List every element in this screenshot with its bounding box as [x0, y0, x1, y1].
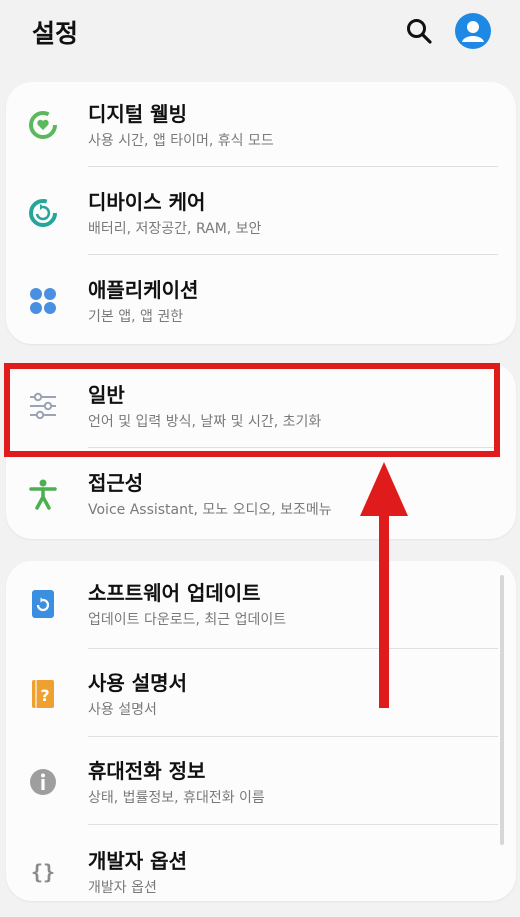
- item-subtitle: 업데이트 다운로드, 최근 업데이트: [88, 612, 287, 628]
- item-title: 소프트웨어 업데이트: [88, 581, 261, 605]
- profile-avatar-icon[interactable]: [455, 13, 491, 49]
- digital-wellbeing-icon: [29, 111, 57, 139]
- developer-options-icon: {}: [31, 860, 55, 884]
- item-subtitle: 상태, 법률정보, 휴대전화 이름: [88, 790, 265, 806]
- item-subtitle: 사용 설명서: [88, 702, 157, 718]
- user-manual-icon: ?: [32, 680, 54, 708]
- settings-item-device-care[interactable]: 디바이스 케어 배터리, 저장공간, RAM, 보안: [6, 170, 516, 258]
- accessibility-icon: [29, 479, 57, 510]
- divider: [88, 736, 498, 737]
- item-subtitle: Voice Assistant, 모노 오디오, 보조메뉴: [88, 502, 332, 518]
- item-subtitle: 기본 앱, 앱 권한: [88, 309, 184, 325]
- divider: [88, 254, 498, 255]
- item-title: 디바이스 케어: [88, 190, 206, 214]
- settings-item-user-manual[interactable]: ? 사용 설명서 사용 설명서: [6, 651, 516, 739]
- item-title: 사용 설명서: [88, 671, 187, 695]
- settings-item-applications[interactable]: 애플리케이션 기본 앱, 앱 권한: [6, 258, 516, 346]
- settings-item-developer-options[interactable]: {} 개발자 옵션 개발자 옵션: [6, 829, 516, 917]
- item-subtitle: 배터리, 저장공간, RAM, 보안: [88, 221, 262, 237]
- settings-card-1: 디지털 웰빙 사용 시간, 앱 타이머, 휴식 모드 디바이스 케어 배터리, …: [6, 82, 516, 344]
- svg-text:{}: {}: [31, 860, 55, 884]
- scrollbar[interactable]: [500, 575, 504, 845]
- settings-item-phone-info[interactable]: 휴대전화 정보 상태, 법률정보, 휴대전화 이름: [6, 739, 516, 827]
- divider: [88, 824, 498, 825]
- highlight-box: [4, 363, 500, 457]
- device-care-icon: [29, 199, 57, 227]
- item-title: 접근성: [88, 471, 144, 495]
- app-header: 설정: [0, 0, 520, 70]
- settings-item-digital-wellbeing[interactable]: 디지털 웰빙 사용 시간, 앱 타이머, 휴식 모드: [6, 82, 516, 170]
- info-icon: [30, 769, 56, 795]
- page-title: 설정: [32, 19, 79, 48]
- item-title: 디지털 웰빙: [88, 102, 187, 126]
- item-subtitle: 사용 시간, 앱 타이머, 휴식 모드: [88, 133, 274, 149]
- software-update-icon: [32, 590, 54, 618]
- divider: [88, 166, 498, 167]
- red-arrow-annotation: [360, 462, 408, 708]
- settings-item-software-update[interactable]: 소프트웨어 업데이트 업데이트 다운로드, 최근 업데이트: [6, 561, 516, 649]
- search-icon[interactable]: [404, 16, 434, 46]
- divider: [88, 648, 498, 649]
- settings-card-3: 소프트웨어 업데이트 업데이트 다운로드, 최근 업데이트 ? 사용 설명서 사…: [6, 561, 516, 901]
- item-subtitle: 개발자 옵션: [88, 880, 157, 896]
- svg-text:?: ?: [40, 686, 49, 705]
- settings-item-accessibility[interactable]: 접근성 Voice Assistant, 모노 오디오, 보조메뉴: [6, 451, 516, 539]
- item-title: 휴대전화 정보: [88, 759, 206, 783]
- item-title: 애플리케이션: [88, 278, 199, 302]
- item-title: 개발자 옵션: [88, 849, 187, 873]
- apps-icon: [30, 288, 56, 314]
